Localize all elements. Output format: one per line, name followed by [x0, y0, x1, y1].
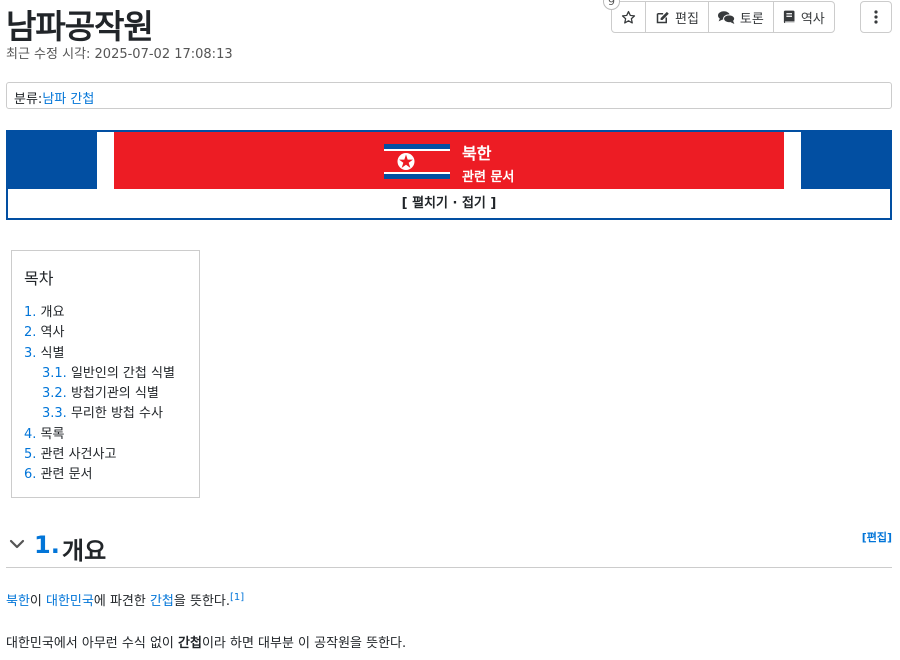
- toc-item-4[interactable]: 4. 목록: [24, 425, 187, 445]
- article-toolbar: 편집 토론 역사: [611, 1, 835, 33]
- more-options-button[interactable]: [860, 1, 892, 33]
- toc-item-3[interactable]: 3. 식별: [24, 344, 187, 364]
- toc-item-6[interactable]: 6. 관련 문서: [24, 465, 187, 485]
- toc-item-3-2[interactable]: 3.2. 방첩기관의 식별: [24, 384, 187, 404]
- edit-label: 편집: [675, 11, 699, 27]
- chevron-down-icon[interactable]: [8, 535, 26, 553]
- related-docs-header: 북한 관련 문서: [8, 132, 890, 189]
- book-icon: [783, 10, 795, 24]
- history-label: 역사: [800, 11, 825, 27]
- star-icon: [621, 10, 636, 24]
- history-button[interactable]: 역사: [774, 2, 834, 32]
- link-north-korea[interactable]: 북한: [6, 594, 30, 609]
- comments-icon: [717, 10, 735, 24]
- section-edit-link[interactable]: [편집]: [862, 529, 892, 545]
- category-prefix: 분류: [14, 92, 38, 107]
- paragraph: 북한이 대한민국에 파견한 간첩을 뜻한다.[1]: [6, 592, 245, 609]
- page-title: 남파공작원: [6, 7, 154, 46]
- toc-item-1[interactable]: 1. 개요: [24, 303, 187, 323]
- expand-collapse-toggle[interactable]: [ 펼치기 · 접기 ]: [8, 189, 890, 218]
- related-docs-subtitle: 관련 문서: [462, 170, 515, 185]
- link-south-korea[interactable]: 대한민국: [46, 594, 94, 609]
- toc-title: 목차: [24, 269, 54, 288]
- category-box: 분류:남파 간첩: [6, 82, 892, 109]
- last-modified: 최근 수정 시각: 2025-07-02 17:08:13: [6, 47, 233, 62]
- toc-item-3-1[interactable]: 3.1. 일반인의 간첩 식별: [24, 364, 187, 384]
- kebab-menu-icon: [874, 10, 878, 24]
- section-number[interactable]: 1.: [34, 531, 60, 559]
- north-korea-flag-icon: [384, 144, 450, 179]
- link-spy[interactable]: 간첩: [150, 594, 174, 609]
- discuss-button[interactable]: 토론: [709, 2, 774, 32]
- related-docs-title[interactable]: 북한: [462, 140, 491, 164]
- section-heading: 1. 개요 [편집]: [6, 527, 892, 568]
- edit-button[interactable]: 편집: [646, 2, 709, 32]
- toc-item-3-3[interactable]: 3.3. 무리한 방첩 수사: [24, 404, 187, 424]
- toc-item-2[interactable]: 2. 역사: [24, 323, 187, 343]
- category-link[interactable]: 남파 간첩: [42, 92, 94, 107]
- edit-icon: [656, 11, 669, 23]
- bold-term: 간첩: [178, 636, 202, 651]
- discuss-label: 토론: [739, 11, 764, 27]
- table-of-contents: 목차 1. 개요 2. 역사 3. 식별 3.1. 일반인의 간첩 식별 3.2…: [11, 250, 200, 498]
- footnote-link[interactable]: [1]: [230, 592, 244, 603]
- section-title: 개요: [62, 537, 107, 565]
- paragraph: 대한민국에서 아무런 수식 없이 간첩이라 하면 대부분 이 공작원을 뜻한다.: [6, 636, 407, 651]
- toc-item-5[interactable]: 5. 관련 사건사고: [24, 445, 187, 465]
- related-docs-box: 북한 관련 문서 [ 펼치기 · 접기 ]: [6, 130, 892, 220]
